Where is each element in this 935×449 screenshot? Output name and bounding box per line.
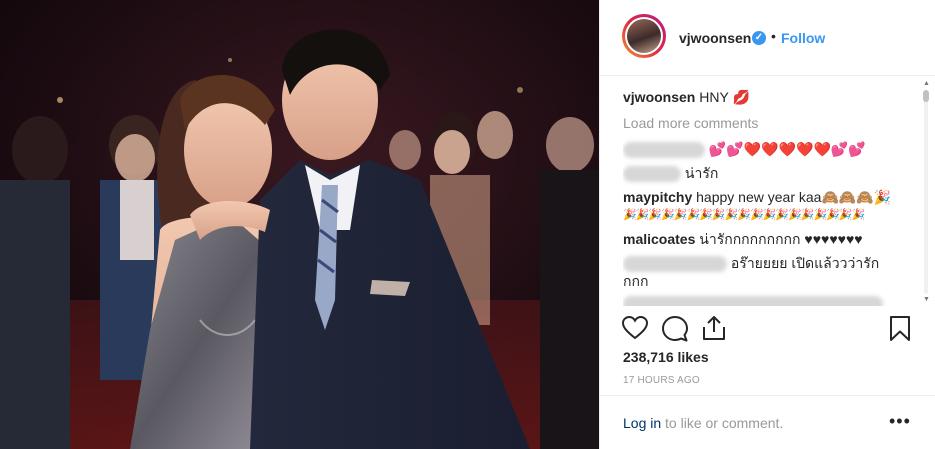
- comment-username[interactable]: malicoates: [623, 231, 695, 247]
- comment-text: อร๊ายยยย เปิดแล้ววว่ารัก: [730, 255, 880, 271]
- likes-count[interactable]: 238,716 likes: [623, 349, 709, 365]
- comment-text-continuation: 🎉🎉🎉🎉🎉🎉🎉🎉🎉🎉🎉🎉🎉🎉🎉🎉🎉🎉🎉: [623, 209, 865, 221]
- comment-text: 💕💕❤️❤️❤️❤️❤️💕💕: [708, 141, 866, 157]
- login-prompt-text: to like or comment.: [665, 415, 784, 431]
- comments-list[interactable]: vjwoonsen HNY 💋 Load more comments 💕💕❤️❤…: [623, 88, 915, 306]
- blurred-username: [623, 256, 727, 273]
- login-link[interactable]: Log in: [623, 415, 661, 431]
- post-footer: Log in to like or comment. •••: [600, 395, 935, 449]
- post-timestamp[interactable]: 17 HOURS AGO: [623, 375, 700, 386]
- scroll-up-arrow-icon[interactable]: ▲: [923, 80, 930, 87]
- header-username[interactable]: vjwoonsen: [679, 30, 751, 46]
- comment-item: 💕💕❤️❤️❤️❤️❤️💕💕: [623, 140, 915, 159]
- scrollbar-thumb[interactable]: [923, 90, 929, 102]
- comment-item: maypitchy happy new year kaa🙈🙈🙈🎉: [623, 188, 915, 206]
- comment-username[interactable]: maypitchy: [623, 189, 692, 205]
- comment-icon[interactable]: [662, 316, 688, 342]
- comment-item: malicoates น่ารักกกกกกกกก ♥♥♥♥♥♥♥: [623, 230, 915, 248]
- more-options-icon[interactable]: •••: [889, 411, 911, 432]
- avatar-image: [627, 19, 661, 53]
- comment-text: น่ารัก: [684, 165, 719, 181]
- comment-text-continuation: กกก: [623, 273, 649, 289]
- share-icon[interactable]: [702, 315, 726, 341]
- comment-item: น่ารัก: [623, 164, 915, 183]
- header-separator: •: [771, 28, 776, 44]
- comment-text: น่ารักกกกกกกกก ♥♥♥♥♥♥♥: [699, 231, 863, 247]
- heart-icon[interactable]: [622, 316, 648, 340]
- comment-text: happy new year kaa🙈🙈🙈🎉: [696, 189, 892, 205]
- verified-badge-icon: ✓: [752, 31, 766, 45]
- follow-button[interactable]: Follow: [781, 30, 825, 46]
- blurred-username: [623, 166, 681, 183]
- post-header: vjwoonsen ✓ • Follow: [600, 0, 935, 76]
- comments-scrollbar[interactable]: ▲ ▼: [922, 80, 930, 304]
- comment-item: [623, 294, 915, 306]
- bookmark-icon[interactable]: [890, 316, 910, 342]
- caption-text: HNY 💋: [699, 89, 750, 105]
- post-side-panel: vjwoonsen ✓ • Follow vjwoonsen HNY 💋 Loa…: [599, 0, 935, 449]
- comment-item: อร๊ายยยย เปิดแล้ววว่ารัก: [623, 254, 915, 273]
- blurred-comment: [623, 296, 883, 306]
- scrollbar-track: [924, 90, 928, 294]
- post-photo[interactable]: [0, 0, 599, 449]
- load-more-comments-button[interactable]: Load more comments: [623, 114, 915, 132]
- login-prompt: Log in to like or comment.: [623, 415, 783, 431]
- blurred-username: [623, 142, 705, 159]
- post-photo-illustration: [0, 0, 599, 449]
- caption-username[interactable]: vjwoonsen: [623, 89, 695, 105]
- scroll-down-arrow-icon[interactable]: ▼: [923, 296, 930, 303]
- avatar[interactable]: [622, 14, 666, 58]
- caption: vjwoonsen HNY 💋: [623, 88, 915, 106]
